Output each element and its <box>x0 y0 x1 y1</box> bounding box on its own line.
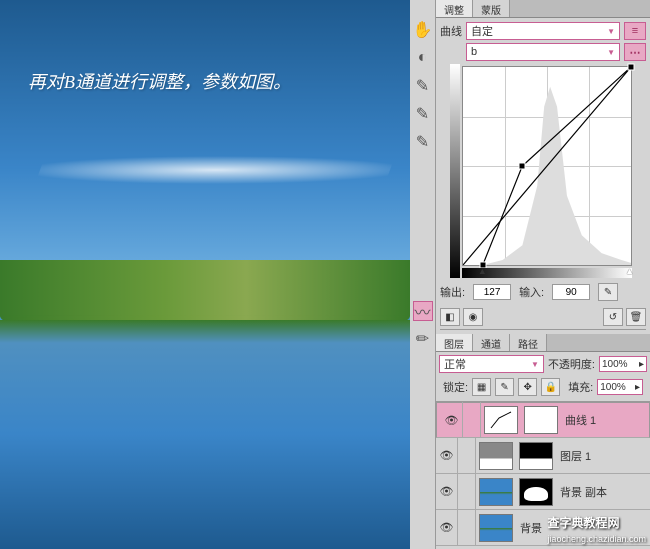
adjust-tabs: 调整 蒙版 <box>436 0 650 18</box>
input-label: 输入: <box>519 284 544 300</box>
layers-tabs: 图层 通道 路径 <box>436 334 650 352</box>
chevron-down-icon: ▼ <box>607 48 615 57</box>
eye-icon[interactable]: 👁 <box>441 402 463 438</box>
chevron-down-icon: ▼ <box>607 27 615 36</box>
layer-thumb-curves[interactable] <box>484 406 518 434</box>
eyedropper-minus-icon[interactable]: ✎ <box>413 132 433 152</box>
layer-mask-thumb[interactable] <box>519 478 553 506</box>
curves-panel: 曲线 自定 ▼ ≡ b ▼ ⋯ <box>436 18 650 334</box>
layer-thumb[interactable] <box>479 514 513 542</box>
fill-field[interactable]: 100%▸ <box>597 379 643 395</box>
layer-mask-thumb[interactable] <box>519 442 553 470</box>
blend-mode-select[interactable]: 正常 ▼ <box>439 355 544 373</box>
fill-label: 填充: <box>568 379 593 395</box>
layer-link[interactable] <box>458 474 476 510</box>
input-gradient: ▲ ▲ <box>462 268 632 278</box>
document-canvas[interactable]: 再对B通道进行调整，参数如图。 <box>0 0 410 549</box>
layer-mask-thumb[interactable] <box>524 406 558 434</box>
eyedropper-black-icon[interactable]: ✎ <box>598 283 618 301</box>
tab-mask[interactable]: 蒙版 <box>473 0 510 17</box>
lock-pixels-icon[interactable]: ✎ <box>495 378 514 396</box>
watermark: 查字典教程网 jiaocheng.chazidian.com <box>547 514 646 545</box>
lock-all-icon[interactable]: 🔒 <box>541 378 560 396</box>
input-field[interactable] <box>552 284 590 300</box>
opacity-field[interactable]: 100%▸ <box>599 356 647 372</box>
channel-value: b <box>471 46 477 58</box>
curves-preset-select[interactable]: 自定 ▼ <box>466 22 620 40</box>
lock-transparency-icon[interactable]: ▦ <box>472 378 491 396</box>
curve-tool-icon[interactable]: 〰 <box>413 301 433 321</box>
layer-link[interactable] <box>458 438 476 474</box>
curve-graph[interactable] <box>462 66 632 266</box>
curves-footer-buttons: ◧ ◉ ↺ 🗑 <box>440 308 646 330</box>
delete-icon[interactable]: 🗑 <box>626 308 646 326</box>
eye-icon[interactable]: 👁 <box>436 438 458 474</box>
lock-label: 锁定: <box>443 379 468 395</box>
tab-paths[interactable]: 路径 <box>510 334 547 351</box>
slider-black-icon[interactable]: ▲ <box>478 266 487 276</box>
image-water <box>0 320 410 549</box>
layer-thumb[interactable] <box>479 442 513 470</box>
pencil-tool-icon[interactable]: ✏ <box>413 329 433 349</box>
reset-icon[interactable]: ↺ <box>603 308 623 326</box>
curve-point-highlight[interactable] <box>628 64 635 71</box>
chevron-right-icon: ▸ <box>639 359 644 370</box>
image-cloud <box>33 150 398 190</box>
layer-name[interactable]: 曲线 1 <box>565 412 645 428</box>
layer-link[interactable] <box>458 510 476 546</box>
annotation-text: 再对B通道进行调整，参数如图。 <box>28 68 291 94</box>
output-gradient <box>450 64 460 278</box>
lock-position-icon[interactable]: ✥ <box>518 378 537 396</box>
output-field[interactable] <box>473 284 511 300</box>
blend-mode-value: 正常 <box>444 356 466 372</box>
output-label: 输出: <box>440 284 465 300</box>
channel-select[interactable]: b ▼ <box>466 43 620 61</box>
chevron-down-icon: ▼ <box>531 360 539 369</box>
auto-button[interactable]: ⋯ <box>624 43 646 61</box>
visibility-icon[interactable]: ◉ <box>463 308 483 326</box>
layer-link[interactable] <box>463 402 481 438</box>
opacity-label: 不透明度: <box>548 356 595 372</box>
layer-row[interactable]: 👁 背景 副本 <box>436 474 650 510</box>
tab-channels[interactable]: 通道 <box>473 334 510 351</box>
curves-label: 曲线 <box>440 23 462 39</box>
curve-point-mid[interactable] <box>518 163 525 170</box>
clip-toggle-icon[interactable]: ◧ <box>440 308 460 326</box>
tab-adjust[interactable]: 调整 <box>436 0 473 17</box>
eyedropper-icon[interactable]: ✎ <box>413 76 433 96</box>
image-sky <box>0 0 410 280</box>
hand-icon[interactable]: ✋ <box>413 20 433 40</box>
curve-line <box>463 67 631 265</box>
chevron-right-icon: ▸ <box>635 382 640 393</box>
layer-name[interactable]: 背景 副本 <box>560 484 650 500</box>
preset-menu-button[interactable]: ≡ <box>624 22 646 40</box>
layer-row[interactable]: 👁 曲线 1 <box>436 402 650 438</box>
eye-icon[interactable]: 👁 <box>436 510 458 546</box>
layer-thumb[interactable] <box>479 478 513 506</box>
sampler-icon[interactable]: ◐ <box>413 48 433 68</box>
curves-preset-value: 自定 <box>471 23 493 39</box>
adjustment-tool-strip: ✋ ◐ ✎ ✎ ✎ 〰 ✏ <box>410 0 436 549</box>
slider-white-icon[interactable]: ▲ <box>625 266 634 276</box>
layer-name[interactable]: 图层 1 <box>560 448 650 464</box>
tab-layers[interactable]: 图层 <box>436 334 473 351</box>
eyedropper-plus-icon[interactable]: ✎ <box>413 104 433 124</box>
eye-icon[interactable]: 👁 <box>436 474 458 510</box>
layer-row[interactable]: 👁 图层 1 <box>436 438 650 474</box>
